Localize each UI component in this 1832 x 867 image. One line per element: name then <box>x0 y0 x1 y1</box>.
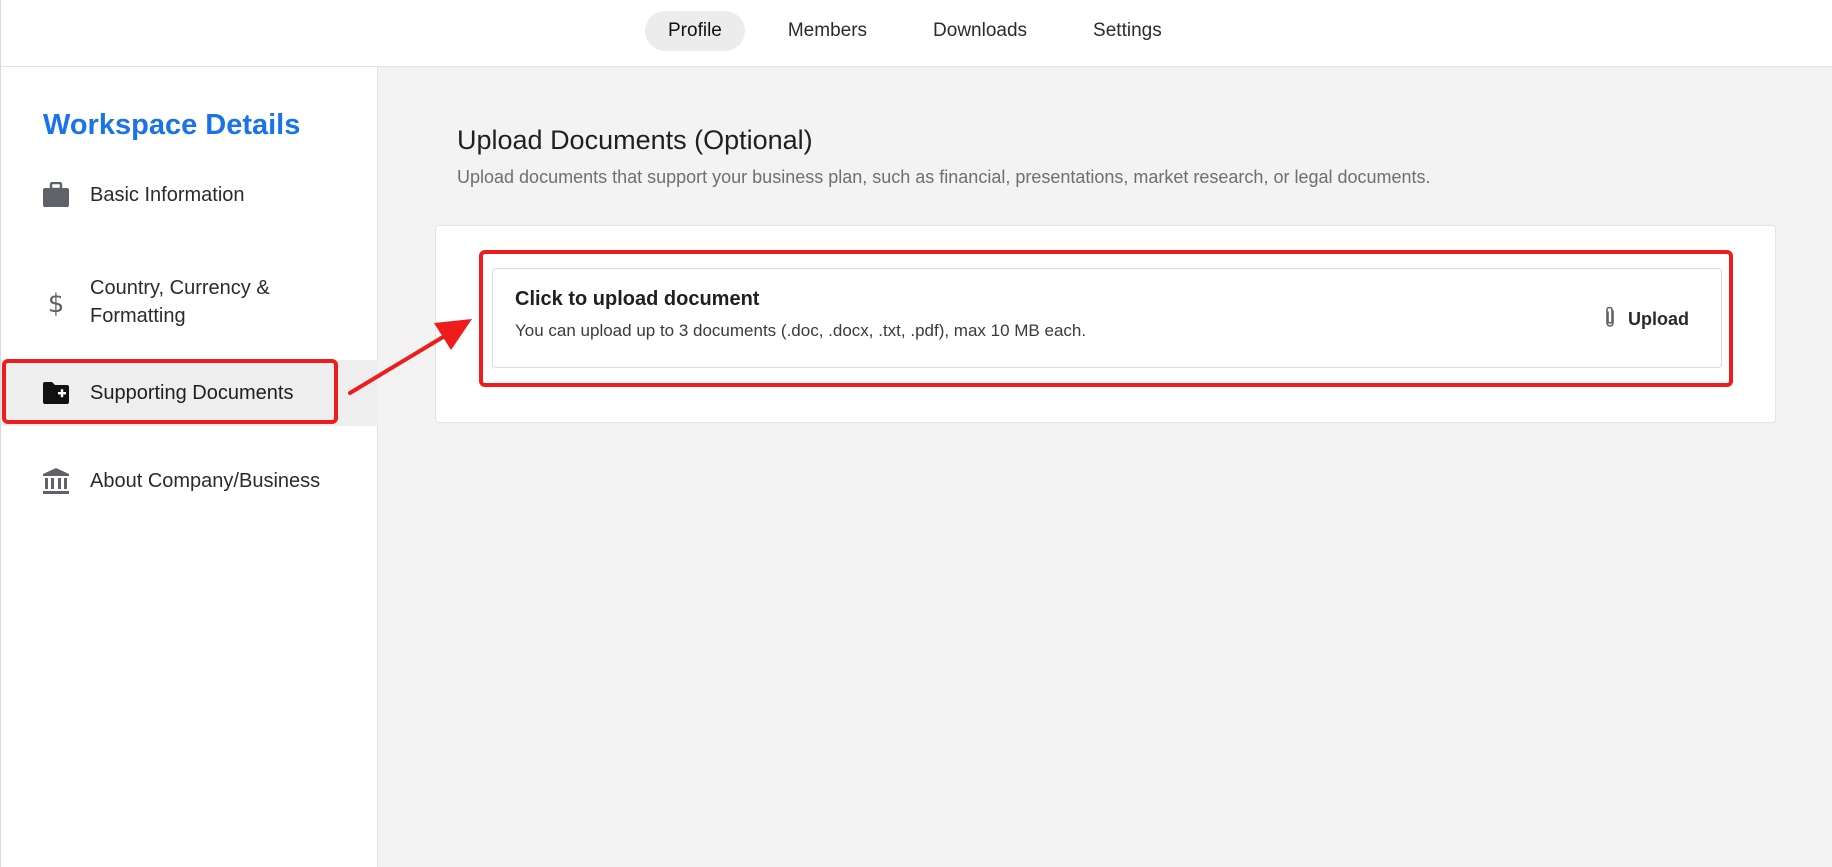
upload-dropzone[interactable]: Click to upload document You can upload … <box>492 268 1722 368</box>
tab-profile[interactable]: Profile <box>645 11 745 51</box>
dollar-icon: $ <box>41 287 71 317</box>
folder-plus-icon <box>41 378 71 408</box>
upload-button[interactable]: Upload <box>1602 303 1689 335</box>
upload-button-label: Upload <box>1628 308 1689 329</box>
page-title: Upload Documents (Optional) <box>457 125 813 155</box>
sidebar-title: Workspace Details <box>43 109 301 141</box>
sidebar-item-label: Supporting Documents <box>90 382 294 404</box>
sidebar: Workspace Details Basic Information $ Co… <box>0 67 378 867</box>
top-navigation: Profile Members Downloads Settings <box>0 0 1832 67</box>
tab-members[interactable]: Members <box>765 11 890 51</box>
upload-card: Click to upload document You can upload … <box>435 225 1776 423</box>
main-content: Upload Documents (Optional) Upload docum… <box>378 67 1832 867</box>
nav-tabs: Profile Members Downloads Settings <box>645 11 1205 51</box>
sidebar-item-label: Basic Information <box>90 184 245 206</box>
svg-text:$: $ <box>48 289 65 316</box>
sidebar-item-country-currency-formatting[interactable]: $ Country, Currency & Formatting <box>1 272 378 332</box>
upload-title: Click to upload document <box>515 288 760 310</box>
bank-icon <box>41 466 71 496</box>
sidebar-item-supporting-documents[interactable]: Supporting Documents <box>1 360 378 426</box>
tab-downloads[interactable]: Downloads <box>910 11 1050 51</box>
sidebar-item-about-company[interactable]: About Company/Business <box>1 456 378 506</box>
sidebar-item-label: About Company/Business <box>90 470 321 492</box>
sidebar-item-basic-information[interactable]: Basic Information <box>1 170 378 220</box>
paperclip-icon <box>1602 305 1618 334</box>
upload-hint: You can upload up to 3 documents (.doc, … <box>515 321 1087 340</box>
sidebar-item-label: Country, Currency & Formatting <box>90 277 270 327</box>
tab-settings[interactable]: Settings <box>1070 11 1185 51</box>
page-subtitle: Upload documents that support your busin… <box>457 167 1431 187</box>
briefcase-icon <box>41 180 71 210</box>
